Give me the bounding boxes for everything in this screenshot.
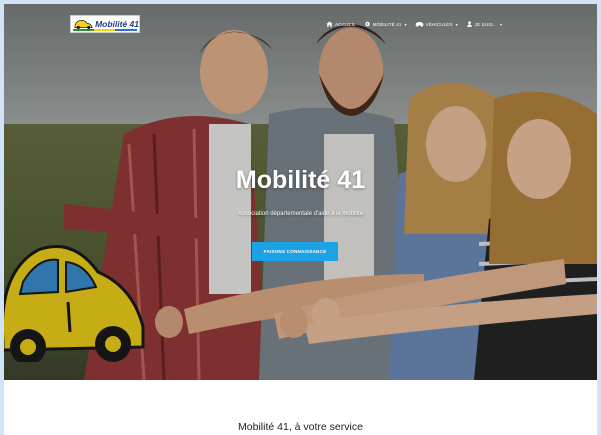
- section-title: Mobilité 41, à votre service: [238, 421, 363, 433]
- menu-label-accueil: ACCUEIL: [335, 21, 356, 27]
- chevron-down-icon: ▾: [404, 21, 407, 27]
- intro-section: Mobilité 41, à votre service: [4, 380, 597, 435]
- menu-label-vehicules: VÉHICULES: [425, 21, 453, 27]
- logo-text: Mobilité 41: [95, 19, 139, 29]
- chevron-down-icon: ▾: [499, 21, 503, 27]
- site-logo[interactable]: Mobilité 41: [70, 15, 140, 33]
- browser-page: Mobilité 41 ACCUEIL MOBILITÉ 41 ▾ VÉHICU…: [4, 4, 597, 435]
- hero-title: Mobilité 41: [235, 166, 366, 194]
- menu-label-mobilite: MOBILITÉ 41: [372, 21, 402, 27]
- logo-color-bar: [73, 29, 137, 31]
- menu-label-je-suis: JE SUIS...: [474, 21, 497, 27]
- top-navbar: Mobilité 41 ACCUEIL MOBILITÉ 41 ▾ VÉHICU…: [4, 4, 597, 44]
- menu-item-je-suis[interactable]: JE SUIS... ▾: [466, 21, 502, 27]
- car-icon: [415, 22, 424, 27]
- menu-item-accueil[interactable]: ACCUEIL: [326, 21, 356, 27]
- main-menu: ACCUEIL MOBILITÉ 41 ▾ VÉHICULES ▾ JE SUI…: [326, 21, 502, 27]
- gear-icon: [364, 21, 370, 27]
- hero-subtitle: Association départementale d'aide à la m…: [237, 211, 364, 217]
- chevron-down-icon: ▾: [455, 21, 458, 27]
- home-icon: [326, 21, 333, 27]
- hero-banner: Mobilité 41 ACCUEIL MOBILITÉ 41 ▾ VÉHICU…: [4, 4, 597, 380]
- user-icon: [466, 21, 472, 27]
- menu-item-mobilite[interactable]: MOBILITÉ 41 ▾: [364, 21, 407, 27]
- menu-item-vehicules[interactable]: VÉHICULES ▾: [415, 21, 458, 27]
- cta-button[interactable]: FAISONS CONNAISSANCE: [252, 242, 338, 261]
